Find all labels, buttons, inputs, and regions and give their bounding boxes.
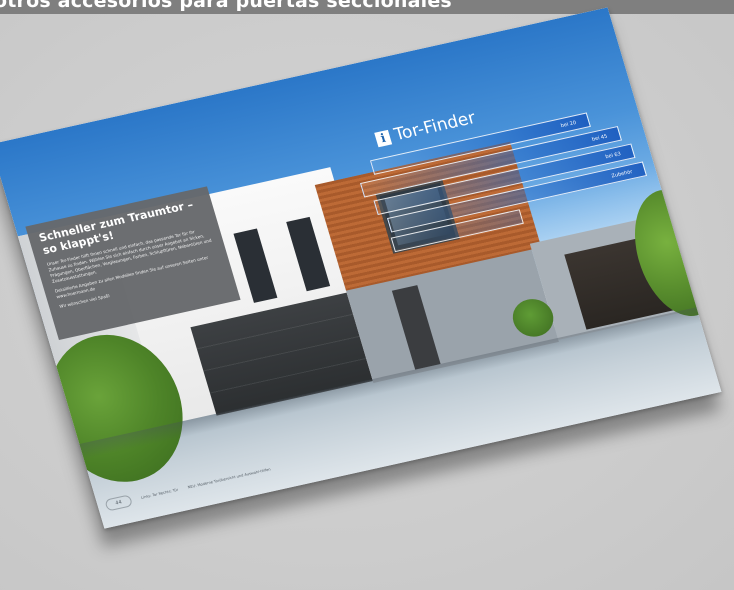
banner-title: otros accesorios para puertas seccionale… — [0, 0, 452, 12]
finder-bar-label: Zubehör — [610, 169, 634, 180]
top-banner: otros accesorios para puertas seccionale… — [0, 0, 734, 14]
finder-bar-label: bei 63 — [604, 151, 622, 161]
finder-bar-label: bei 20 — [560, 120, 578, 130]
info-icon: i — [374, 129, 393, 147]
finder-bar-label: bei 45 — [591, 133, 609, 143]
